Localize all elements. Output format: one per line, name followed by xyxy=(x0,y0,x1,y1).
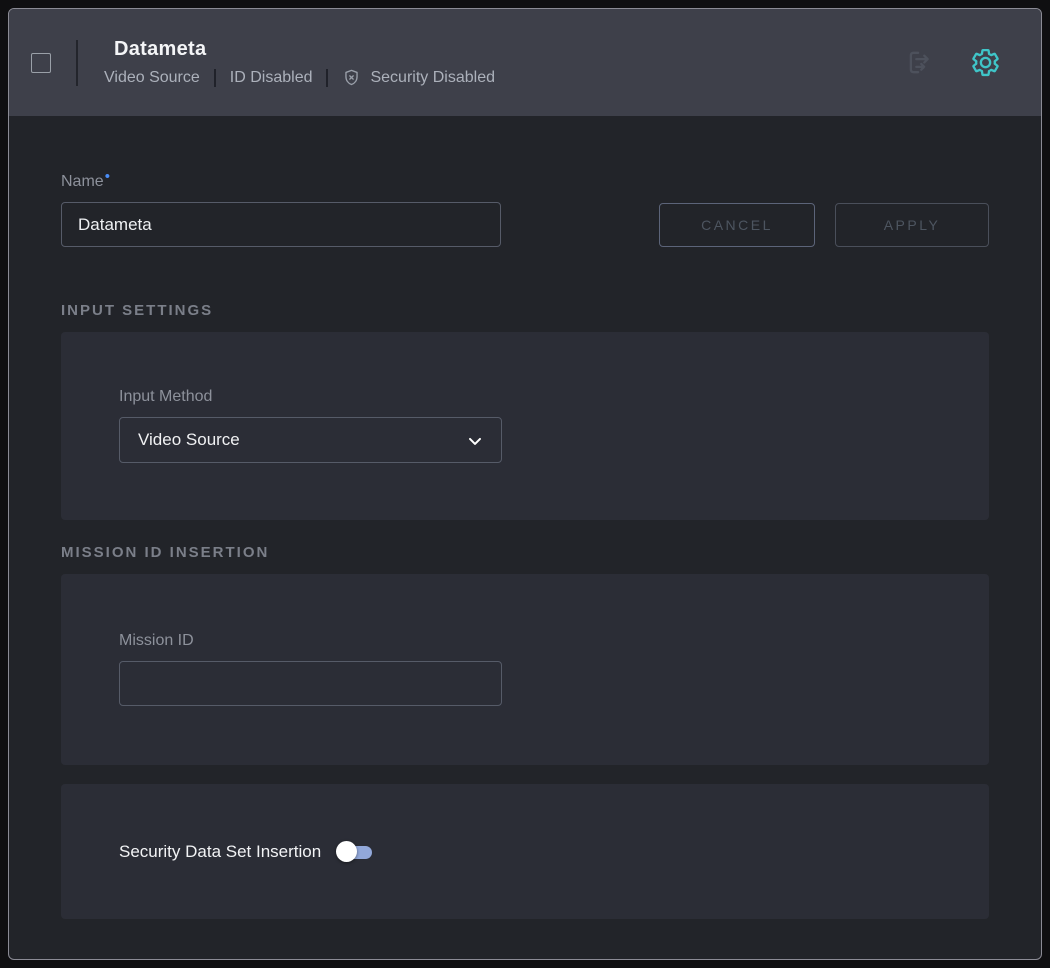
toggle-knob xyxy=(336,841,357,862)
required-indicator: • xyxy=(105,168,110,185)
settings-button[interactable] xyxy=(970,47,1001,78)
name-label: Name• xyxy=(61,168,501,191)
name-row: Name• CANCEL APPLY xyxy=(61,168,989,247)
status-id-disabled: ID Disabled xyxy=(230,69,313,87)
header-actions xyxy=(903,47,1001,78)
security-toggle-label: Security Data Set Insertion xyxy=(119,842,321,862)
export-icon xyxy=(903,48,932,77)
header-divider xyxy=(76,40,78,86)
shield-x-icon xyxy=(342,68,361,87)
security-toggle[interactable] xyxy=(336,841,373,863)
input-settings-panel: Input Method Video Source xyxy=(61,332,989,520)
export-button[interactable] xyxy=(903,48,932,77)
form-actions: CANCEL APPLY xyxy=(659,203,989,247)
apply-button[interactable]: APPLY xyxy=(835,203,989,247)
header-titles: Datameta Video Source ID Disabled Securi… xyxy=(104,38,495,87)
name-label-text: Name xyxy=(61,173,104,190)
section-heading-input-settings: INPUT SETTINGS xyxy=(61,302,989,319)
status-separator xyxy=(326,69,328,87)
mission-id-input[interactable] xyxy=(119,661,502,706)
input-method-select[interactable]: Video Source xyxy=(119,417,502,463)
main-content: Name• CANCEL APPLY INPUT SETTINGS Input … xyxy=(9,168,1041,919)
security-panel: Security Data Set Insertion xyxy=(61,784,989,919)
section-heading-mission-id: MISSION ID INSERTION xyxy=(61,544,989,561)
input-method-label: Input Method xyxy=(119,388,989,406)
page-title: Datameta xyxy=(114,38,495,61)
mission-id-panel: Mission ID xyxy=(61,574,989,765)
name-input[interactable] xyxy=(61,202,501,247)
cancel-button[interactable]: CANCEL xyxy=(659,203,815,247)
chevron-down-icon xyxy=(465,431,485,451)
status-line: Video Source ID Disabled Security Disabl… xyxy=(104,68,495,87)
select-checkbox[interactable] xyxy=(31,53,51,73)
mission-id-label: Mission ID xyxy=(119,632,989,650)
name-field-group: Name• xyxy=(61,168,501,247)
status-separator xyxy=(214,69,216,87)
header: Datameta Video Source ID Disabled Securi… xyxy=(9,9,1041,116)
settings-window: Datameta Video Source ID Disabled Securi… xyxy=(8,8,1042,960)
status-security-disabled: Security Disabled xyxy=(370,69,495,87)
gear-icon xyxy=(970,47,1001,78)
status-video-source: Video Source xyxy=(104,69,200,87)
input-method-value: Video Source xyxy=(138,430,240,450)
